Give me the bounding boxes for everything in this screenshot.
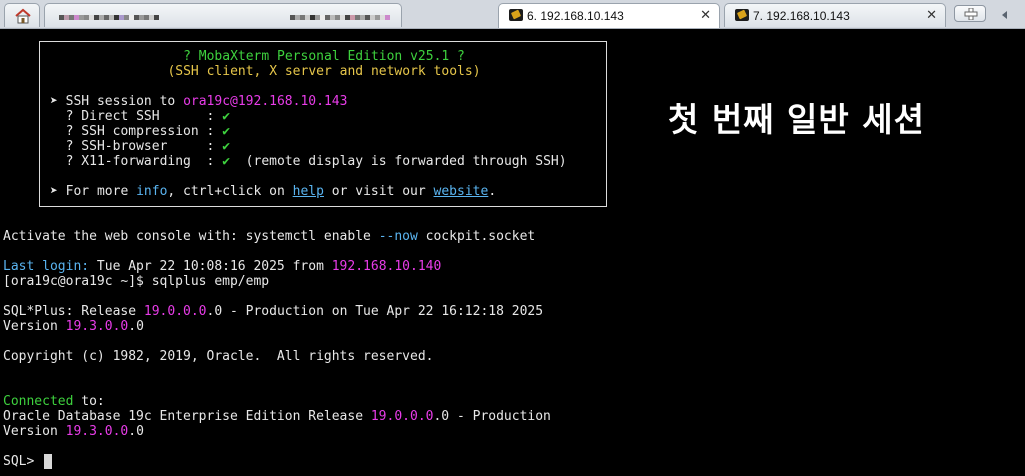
check-icon: ✔ xyxy=(222,154,231,169)
terminal[interactable]: ? MobaXterm Personal Edition v25.1 ? (SS… xyxy=(0,29,1025,476)
ssh-key-icon xyxy=(509,9,523,21)
check-icon: ✔ xyxy=(222,124,231,139)
tab-blurred[interactable] xyxy=(44,3,402,27)
activate-line: Activate the web console with: systemctl… xyxy=(3,229,536,244)
text-cursor xyxy=(44,454,53,469)
copyright-line: Copyright (c) 1982, 2019, Oracle. All ri… xyxy=(3,349,434,364)
tab-label: 6. 192.168.10.143 xyxy=(527,9,624,23)
sql-prompt[interactable]: SQL> xyxy=(3,454,53,469)
sqlplus-release-line: SQL*Plus: Release 19.0.0.0.0 - Productio… xyxy=(3,304,544,319)
tab-home[interactable] xyxy=(4,3,40,27)
welcome-banner: ? MobaXterm Personal Edition v25.1 ? (SS… xyxy=(39,41,607,207)
blurred-label-2 xyxy=(290,9,390,20)
tab-label: 7. 192.168.10.143 xyxy=(753,9,850,23)
overlay-caption: 첫 번째 일반 세션 xyxy=(668,100,925,139)
banner-more: ➤ For more info, ctrl+click on help or v… xyxy=(50,184,497,199)
oracle-db-line: Oracle Database 19c Enterprise Edition R… xyxy=(3,409,551,424)
ssh-key-icon xyxy=(735,9,749,21)
close-icon[interactable]: ✕ xyxy=(926,7,937,23)
tab-scroll-icon[interactable] xyxy=(1000,9,1014,21)
check-icon: ✔ xyxy=(222,139,231,154)
version-line: Version 19.3.0.0.0 xyxy=(3,319,144,334)
feature-direct-ssh: ? Direct SSH : ✔ xyxy=(50,109,231,124)
tab-bar: 6. 192.168.10.143 ✕ 7. 192.168.10.143 ✕ xyxy=(0,0,1025,29)
feature-ssh-browser: ? SSH-browser : ✔ xyxy=(50,139,231,154)
help-link[interactable]: help xyxy=(293,184,324,199)
last-login-line: Last login: Tue Apr 22 10:08:16 2025 fro… xyxy=(3,259,442,274)
blurred-label xyxy=(59,9,159,20)
info-link[interactable]: info xyxy=(136,184,167,199)
tab-session-7[interactable]: 7. 192.168.10.143 ✕ xyxy=(724,3,946,27)
version-line-2: Version 19.3.0.0.0 xyxy=(3,424,144,439)
new-tab-button[interactable] xyxy=(954,5,986,22)
shell-prompt-line: [ora19c@ora19c ~]$ sqlplus emp/emp xyxy=(3,274,270,289)
home-icon xyxy=(15,8,31,24)
banner-title: ? MobaXterm Personal Edition v25.1 ? xyxy=(183,49,465,64)
plus-icon xyxy=(964,8,978,20)
tab-session-6[interactable]: 6. 192.168.10.143 ✕ xyxy=(498,3,720,28)
feature-ssh-compression: ? SSH compression : ✔ xyxy=(50,124,231,139)
website-link[interactable]: website xyxy=(434,184,489,199)
check-icon: ✔ xyxy=(222,109,231,124)
feature-x11-forwarding: ? X11-forwarding : ✔ (remote display is … xyxy=(50,154,567,169)
banner-subtitle: (SSH client, X server and network tools) xyxy=(167,64,481,79)
banner-session: ➤ SSH session to ora19c@192.168.10.143 xyxy=(50,94,348,109)
close-icon[interactable]: ✕ xyxy=(700,7,711,23)
connected-line: Connected to: xyxy=(3,394,105,409)
